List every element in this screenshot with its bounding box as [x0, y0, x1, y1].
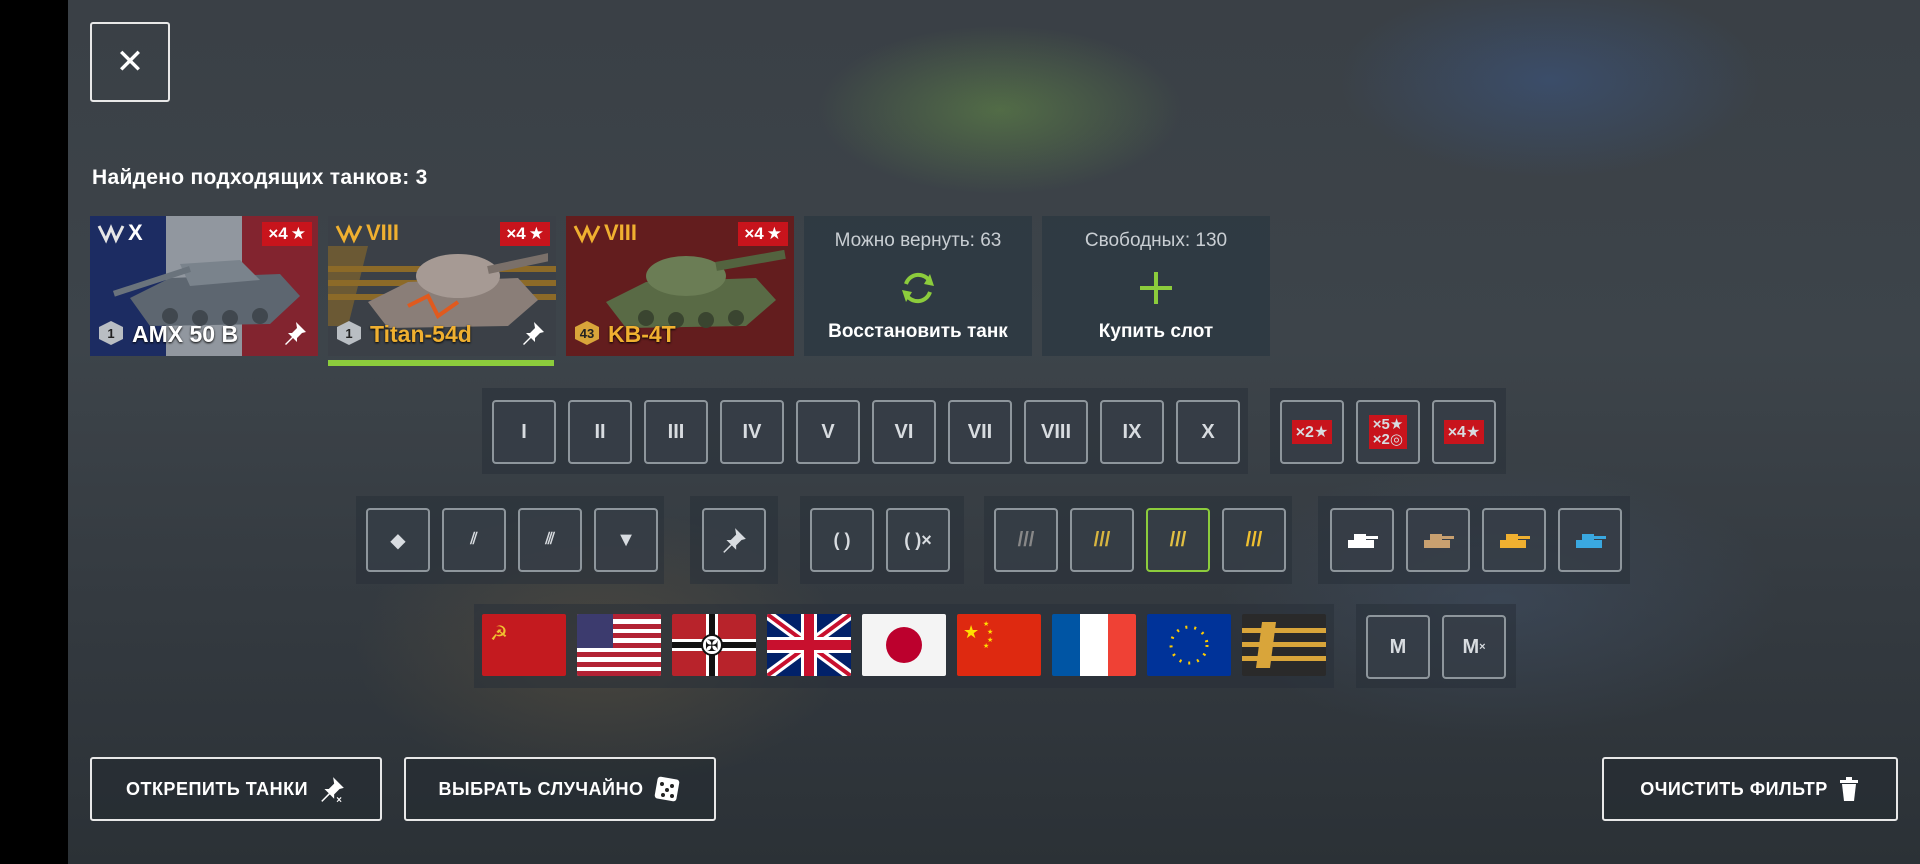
tank-tier: X: [128, 220, 143, 245]
restore-icon: [902, 272, 934, 304]
premium-filter[interactable]: M: [1366, 615, 1430, 679]
tank-name: AMX 50 B: [132, 321, 239, 347]
tank-card-titan-54d[interactable]: VIII ×4 ★ 1 Titan-54d: [328, 216, 556, 356]
xp-multiplier-badge: ×4 ★: [262, 222, 312, 246]
tier-emblem-icon: [97, 224, 125, 244]
tier-emblem-icon: [573, 224, 601, 244]
close-button[interactable]: ✕: [90, 22, 170, 102]
random-tank-label: ВЫБРАТЬ СЛУЧАЙНО: [438, 778, 644, 799]
china-flag[interactable]: ★ ★★★★: [957, 614, 1041, 676]
rank-filter-3[interactable]: ⫻: [518, 508, 582, 572]
free-slots-count: Свободных: 130: [1084, 230, 1228, 251]
two-stripe-rank-icon: ⫽: [470, 531, 478, 548]
pin-icon[interactable]: [520, 320, 546, 346]
plus-icon: [1140, 272, 1172, 304]
germany-flag[interactable]: ✠: [672, 614, 756, 676]
light-tank-filter[interactable]: [1330, 508, 1394, 572]
rank-filter-1[interactable]: ◆: [366, 508, 430, 572]
badge-number: 1: [107, 325, 115, 341]
uk-flag[interactable]: [767, 614, 851, 676]
buy-slot-label: Купить слот: [1098, 321, 1214, 342]
tier-filter-5[interactable]: V: [796, 400, 860, 464]
badge-number: 1: [345, 325, 353, 341]
multiplier-x4-filter[interactable]: ×4★: [1432, 400, 1496, 464]
multiplier-x5-x2-filter[interactable]: ×5★ ×2◎: [1356, 400, 1420, 464]
laurel-icon: ( ): [833, 529, 851, 550]
pin-icon: [723, 528, 746, 553]
europe-flag[interactable]: [1147, 614, 1231, 676]
svg-text:★: ★: [983, 642, 989, 650]
pinned-filter[interactable]: [702, 508, 766, 572]
random-tank-button[interactable]: ВЫБРАТЬ СЛУЧАЙНО: [404, 757, 716, 821]
multiplier-x2-filter[interactable]: ×2★: [1280, 400, 1344, 464]
no-mastery-filter[interactable]: ( )×: [886, 508, 950, 572]
unpin-tanks-label: ОТКРЕПИТЬ ТАНКИ: [125, 778, 309, 799]
clear-filter-button[interactable]: ОЧИСТИТЬ ФИЛЬТР: [1602, 757, 1898, 821]
type-filter-1[interactable]: ///: [994, 508, 1058, 572]
pin-icon[interactable]: [282, 320, 308, 346]
tank-tier: VIII: [366, 220, 400, 245]
tier-emblem-icon: [335, 224, 363, 244]
three-stripe-rank-icon: ⫻: [545, 531, 555, 548]
other-nation-flag[interactable]: [1242, 614, 1326, 676]
svg-text:★: ★: [963, 622, 979, 642]
tier-filter-4[interactable]: IV: [720, 400, 784, 464]
premium-tank-icon: [1576, 534, 1606, 548]
tier-filter-7[interactable]: VII: [948, 400, 1012, 464]
xp-multiplier-badge: ×4 ★: [500, 222, 550, 246]
france-flag[interactable]: [1052, 614, 1136, 676]
restore-label: Восстановить танк: [828, 321, 1008, 342]
rank-filter-4[interactable]: ▼: [594, 508, 658, 572]
mastery-filter[interactable]: ( ): [810, 508, 874, 572]
restore-count: Можно вернуть: 63: [834, 230, 1002, 251]
trash-icon: [1839, 777, 1858, 801]
buy-slot-card[interactable]: Свободных: 130 Купить слот: [1042, 216, 1270, 356]
type-filter-3[interactable]: ///: [1146, 508, 1210, 572]
tier-filter-6[interactable]: VI: [872, 400, 936, 464]
badge-number: 43: [579, 325, 595, 341]
close-icon: ✕: [115, 43, 145, 81]
found-tanks-title: Найдено подходящих танков: 3: [92, 166, 428, 189]
tier-filter-3[interactable]: III: [644, 400, 708, 464]
left-letterbox: [0, 0, 68, 864]
medium-tank-icon: [1424, 534, 1454, 548]
unpin-icon: ×: [321, 777, 344, 803]
svg-text:✠: ✠: [705, 638, 718, 655]
premium-tank-filter[interactable]: [1558, 508, 1622, 572]
tier-filter-10[interactable]: X: [1176, 400, 1240, 464]
type-filter-2[interactable]: ///: [1070, 508, 1134, 572]
xp-multiplier-badge: ×4 ★: [738, 222, 788, 246]
diamond-rank-icon: ◆: [390, 529, 406, 552]
japan-flag[interactable]: [862, 614, 946, 676]
restore-tank-card[interactable]: Можно вернуть: 63 Восстановить танк: [804, 216, 1032, 356]
tier-filter-9[interactable]: IX: [1100, 400, 1164, 464]
tank-name: KB-4T: [608, 321, 676, 347]
svg-text:★: ★: [987, 628, 993, 636]
clear-filter-label: ОЧИСТИТЬ ФИЛЬТР: [1640, 778, 1828, 799]
svg-text:★: ★: [983, 620, 989, 628]
type-filter-4[interactable]: ///: [1222, 508, 1286, 572]
svg-text:☭: ☭: [490, 623, 508, 645]
heavy-tank-filter[interactable]: [1482, 508, 1546, 572]
rank-filter-2[interactable]: ⫽: [442, 508, 506, 572]
selected-indicator: [328, 360, 554, 366]
medium-tank-filter[interactable]: [1406, 508, 1470, 572]
light-tank-icon: [1348, 534, 1378, 548]
tier-filter-2[interactable]: II: [568, 400, 632, 464]
tank-name: Titan-54d: [370, 321, 472, 347]
tank-card-amx-50-b[interactable]: X ×4 ★ 1 AMX 50 B: [90, 216, 318, 356]
tank-tier: VIII: [604, 220, 638, 245]
laurel-x-icon: ( )×: [904, 529, 932, 550]
usa-flag[interactable]: [577, 614, 661, 676]
tier-filter-8[interactable]: VIII: [1024, 400, 1088, 464]
heavy-tank-icon: [1500, 534, 1530, 548]
ussr-flag[interactable]: ☭: [482, 614, 566, 676]
dice-icon: [655, 776, 680, 802]
svg-text:×: ×: [336, 795, 342, 803]
non-premium-filter[interactable]: M ×: [1442, 615, 1506, 679]
unpin-tanks-button[interactable]: ОТКРЕПИТЬ ТАНКИ ×: [90, 757, 382, 821]
tank-card-kb-4t[interactable]: VIII ×4 ★ 43 KB-4T: [566, 216, 794, 356]
tier-filter-1[interactable]: I: [492, 400, 556, 464]
triangle-rank-icon: ▼: [616, 528, 636, 551]
